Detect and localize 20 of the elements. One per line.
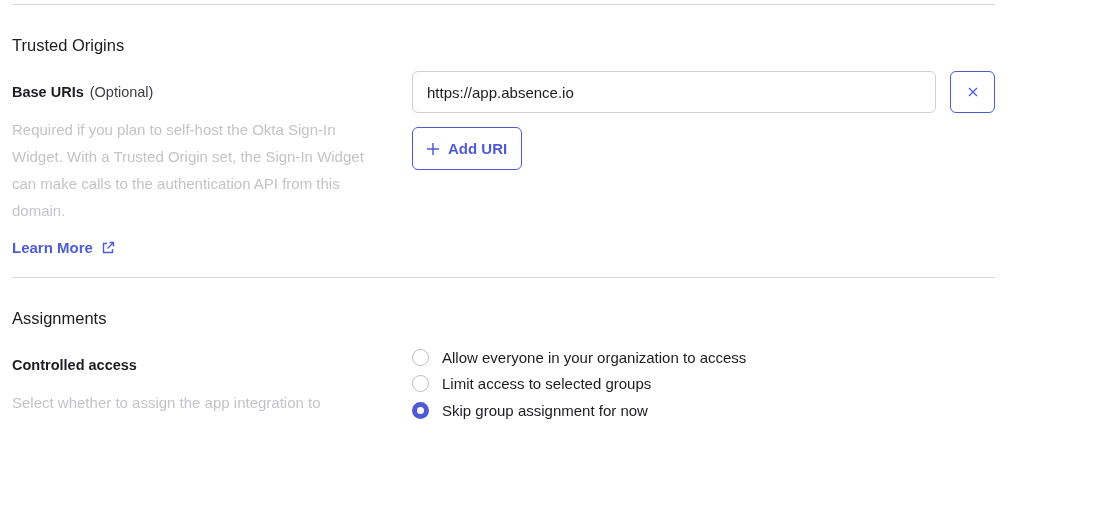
radio-option[interactable]: Limit access to selected groups <box>412 370 652 397</box>
section-title: Trusted Origins <box>12 36 126 55</box>
field-description: Required if you plan to self-host the Okta Sign-In Widget. With a Trusted Origin set, the Sign-In Widget can make calls to the authentication API from this domain. <box>12 120 365 221</box>
radio-option[interactable]: Skip group assignment for now <box>412 397 648 424</box>
uri-input[interactable]: https://app.absence.io <box>412 71 936 113</box>
learn-more-link[interactable]: Learn More <box>12 239 115 256</box>
external-link-icon <box>100 240 115 255</box>
plus-icon <box>427 142 439 155</box>
field-description: Select whether to assign the app integration to <box>12 393 322 413</box>
radio-button[interactable] <box>412 348 429 366</box>
field-label: Base URIs <box>12 84 84 100</box>
radio-option[interactable]: Allow everyone in your organization to access <box>412 344 747 371</box>
field-label: Controlled access <box>12 357 137 373</box>
close-icon <box>967 87 978 97</box>
add-uri-button[interactable]: Add URI <box>412 127 523 170</box>
remove-button[interactable] <box>950 71 995 113</box>
radio-button[interactable] <box>412 401 429 419</box>
section-title: Assignments <box>12 309 108 328</box>
radio-button[interactable] <box>412 375 429 393</box>
optional-note: (Optional) <box>89 84 154 100</box>
